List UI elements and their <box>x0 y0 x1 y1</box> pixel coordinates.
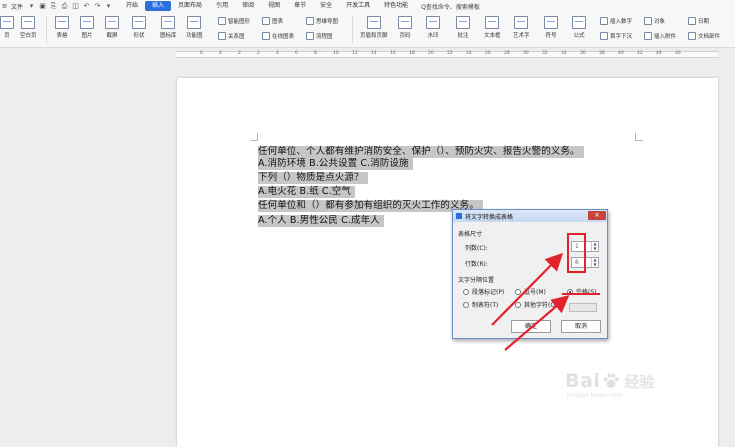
baidu-jingyan-watermark: Bai 经验 jingyan.baidu.com <box>565 370 655 399</box>
wps-writer-window: ≡ 文件 ▾ ▣ ⎘ ⎙ ◫ ↶ ↷ ▾ 开始 插入 页面布局 引用 审阅 视图… <box>0 0 735 447</box>
watermark-brand-right: 经验 <box>624 372 655 391</box>
watermark-url: jingyan.baidu.com <box>567 392 623 399</box>
arrow-to-space-option <box>504 295 570 351</box>
paw-icon <box>603 373 620 388</box>
arrow-to-columns <box>491 252 564 326</box>
watermark-brand-left: Bai <box>565 370 601 392</box>
